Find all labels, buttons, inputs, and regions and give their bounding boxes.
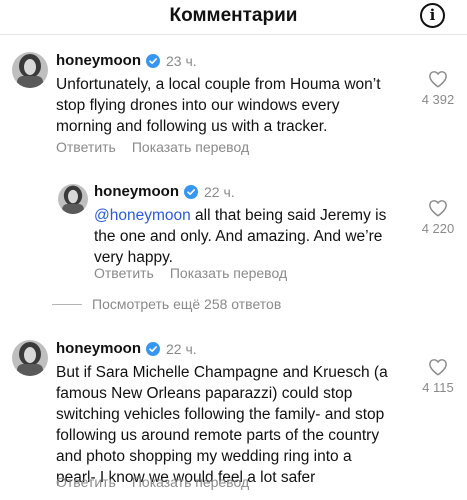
reply-button[interactable]: Ответить: [56, 139, 116, 155]
verified-badge-icon: [184, 184, 198, 199]
header: Комментарии i: [0, 0, 467, 34]
verified-badge-icon: [146, 53, 160, 68]
like-area: 4 392: [418, 70, 458, 107]
mention-link[interactable]: @honeymoon: [94, 207, 191, 224]
view-more-replies-button[interactable]: Посмотреть ещё 258 ответов: [52, 296, 281, 312]
header-divider: [0, 34, 467, 35]
view-more-replies-label[interactable]: Посмотреть ещё 258 ответов: [92, 296, 281, 312]
avatar[interactable]: [12, 52, 48, 88]
reply-button[interactable]: Ответить: [94, 265, 154, 281]
comment-actions: Ответить Показать перевод: [94, 265, 287, 281]
verified-badge-icon: [146, 341, 160, 356]
comment-time: 22 ч.: [166, 340, 197, 357]
comment-username[interactable]: honeymoon 22 ч.: [94, 183, 235, 200]
like-area: 4 220: [418, 199, 458, 236]
heart-icon[interactable]: [428, 358, 448, 376]
comment-username[interactable]: honeymoon 22 ч.: [56, 340, 197, 357]
show-translation-button[interactable]: Показать перевод: [132, 139, 249, 155]
username-text[interactable]: honeymoon: [94, 183, 179, 200]
like-count: 4 115: [422, 380, 454, 395]
avatar[interactable]: [12, 340, 48, 376]
show-translation-button[interactable]: Показать перевод: [132, 474, 249, 490]
username-text[interactable]: honeymoon: [56, 340, 141, 357]
replies-line: [52, 303, 82, 305]
comment-text: @honeymoon all that being said Jeremy is…: [94, 205, 414, 268]
comment-actions: Ответить Показать перевод: [56, 139, 249, 155]
page-title: Комментарии: [169, 5, 298, 26]
comment-time: 23 ч.: [166, 52, 197, 69]
avatar[interactable]: [58, 184, 88, 214]
comment-text: Unfortunately, a local couple from Houma…: [56, 76, 381, 135]
heart-icon[interactable]: [428, 70, 448, 88]
like-count: 4 392: [421, 92, 455, 107]
comment-text: But if Sara Michelle Champagne and Krues…: [56, 364, 388, 486]
comment-username[interactable]: honeymoon 23 ч.: [56, 52, 197, 69]
username-text[interactable]: honeymoon: [56, 52, 141, 69]
comment-time: 22 ч.: [204, 183, 235, 200]
info-icon[interactable]: i: [420, 3, 445, 28]
show-translation-button[interactable]: Показать перевод: [170, 265, 287, 281]
reply-button[interactable]: Ответить: [56, 474, 116, 490]
heart-icon[interactable]: [428, 199, 448, 217]
like-area: 4 115: [418, 358, 458, 395]
comment-actions: Ответить Показать перевод: [56, 474, 249, 490]
like-count: 4 220: [421, 221, 455, 236]
